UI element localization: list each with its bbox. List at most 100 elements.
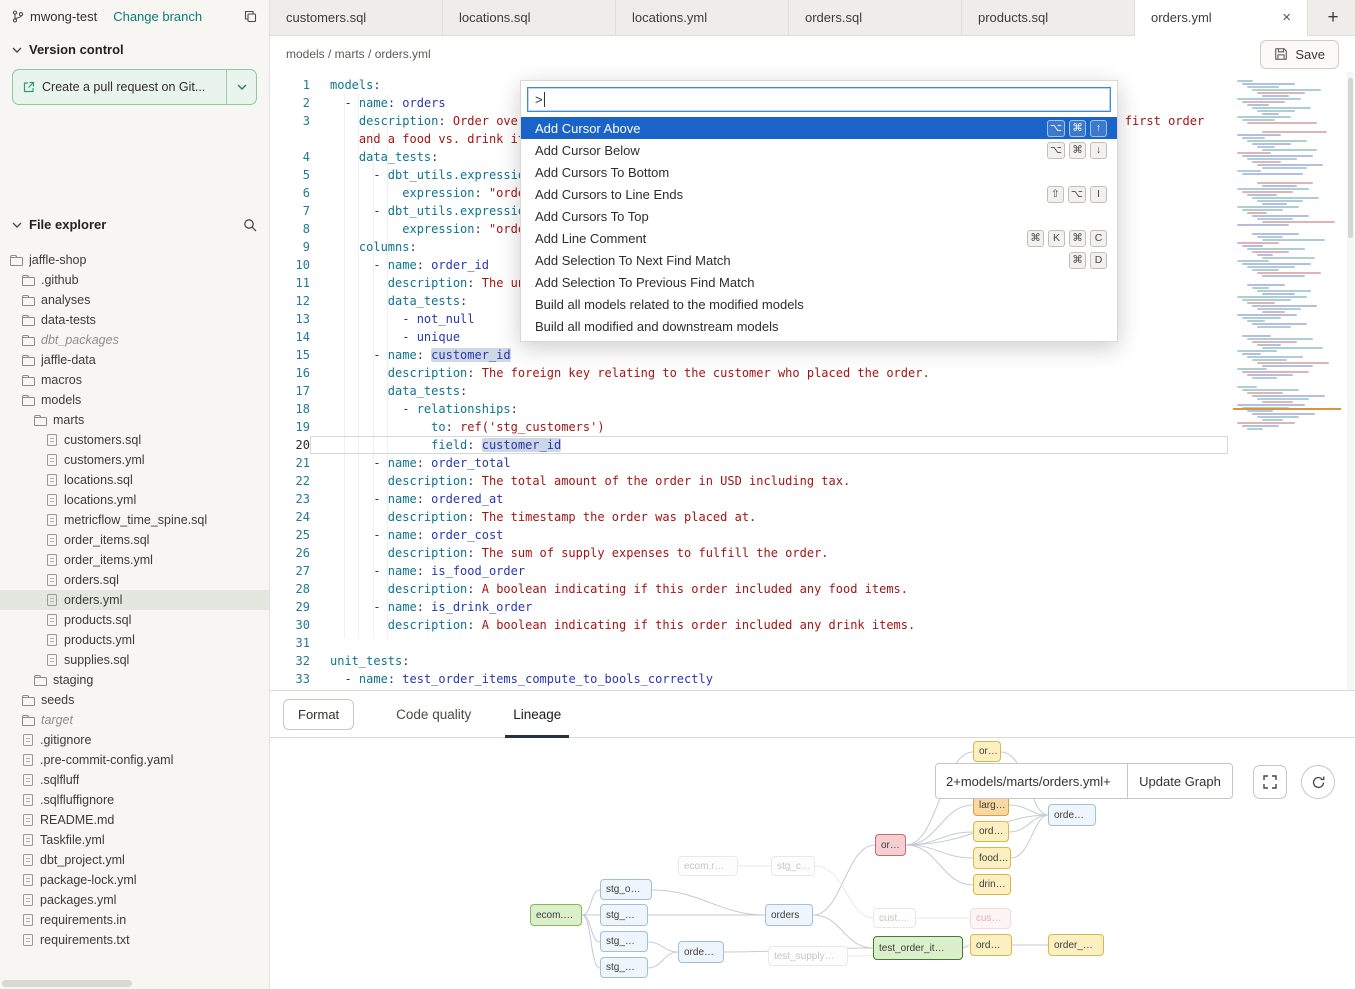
format-button[interactable]: Format <box>283 699 354 730</box>
lineage-node[interactable]: orde… <box>1048 804 1096 826</box>
fullscreen-button[interactable] <box>1253 765 1287 799</box>
editor-tab[interactable]: locations.sql <box>443 0 616 35</box>
editor-tab[interactable]: orders.sql <box>789 0 962 35</box>
file-tree-item[interactable]: dbt_packages <box>0 330 269 350</box>
lineage-node[interactable]: or… <box>875 834 906 856</box>
file-tree-item[interactable]: target <box>0 710 269 730</box>
file-tree-item[interactable]: orders.yml <box>0 590 269 610</box>
editor-tab[interactable]: orders.yml× <box>1135 0 1308 36</box>
command-item[interactable]: Add Cursor Below⌥⌘↓ <box>521 139 1117 161</box>
file-tree-item[interactable]: .github <box>0 270 269 290</box>
lineage-node[interactable]: ecom.… <box>530 904 582 926</box>
code-line[interactable]: 24 description: The timestamp the order … <box>270 508 1228 526</box>
lineage-node[interactable]: orders <box>765 904 813 926</box>
file-tree-item[interactable]: jaffle-shop <box>0 250 269 270</box>
command-item[interactable]: Add Cursors To Bottom <box>521 161 1117 183</box>
command-item[interactable]: Add Cursors To Top <box>521 205 1117 227</box>
code-line[interactable]: 15 - name: customer_id <box>270 346 1228 364</box>
sidebar-hscrollbar[interactable] <box>2 980 132 987</box>
command-item[interactable]: Add Cursors to Line Ends⇧⌥I <box>521 183 1117 205</box>
tab-code-quality[interactable]: Code quality <box>396 691 471 738</box>
editor-tab[interactable]: products.sql <box>962 0 1135 35</box>
section-header-file-explorer[interactable]: File explorer <box>0 205 269 238</box>
command-item[interactable]: Add Line Comment⌘K⌘C <box>521 227 1117 249</box>
file-tree-item[interactable]: data-tests <box>0 310 269 330</box>
file-tree-item[interactable]: README.md <box>0 810 269 830</box>
new-tab-button[interactable]: + <box>1311 0 1355 35</box>
file-tree-item[interactable]: metricflow_time_spine.sql <box>0 510 269 530</box>
lineage-canvas[interactable]: or…orde…larg…ord…food…drin…or…ecom.r…stg… <box>270 738 1355 989</box>
lineage-node[interactable]: cust… <box>873 908 916 928</box>
code-line[interactable]: 28 description: A boolean indicating if … <box>270 580 1228 598</box>
command-item[interactable]: Add Cursor Above⌥⌘↑ <box>521 117 1117 139</box>
pr-dropdown-toggle[interactable] <box>226 70 256 104</box>
code-line[interactable]: 26 description: The sum of supply expens… <box>270 544 1228 562</box>
file-tree-item[interactable]: products.sql <box>0 610 269 630</box>
file-tree-item[interactable]: macros <box>0 370 269 390</box>
lineage-node[interactable]: or… <box>973 741 1001 762</box>
code-line[interactable]: 22 description: The total amount of the … <box>270 472 1228 490</box>
lineage-node[interactable]: drin… <box>973 874 1011 895</box>
lineage-node[interactable]: test_supply… <box>768 946 848 966</box>
lineage-node[interactable]: order_… <box>1048 934 1104 956</box>
lineage-node[interactable]: stg_… <box>600 957 648 978</box>
section-header-version-control[interactable]: Version control <box>0 30 269 63</box>
code-line[interactable]: 30 description: A boolean indicating if … <box>270 616 1228 634</box>
file-tree-item[interactable]: order_items.sql <box>0 530 269 550</box>
create-pr-button[interactable]: Create a pull request on Git... <box>13 70 226 104</box>
file-tree-item[interactable]: .gitignore <box>0 730 269 750</box>
lineage-node[interactable]: orde… <box>678 941 724 963</box>
refresh-button[interactable] <box>1301 765 1335 799</box>
file-tree-item[interactable]: jaffle-data <box>0 350 269 370</box>
code-line[interactable]: 17 data_tests: <box>270 382 1228 400</box>
editor-tab[interactable]: locations.yml <box>616 0 789 35</box>
lineage-node[interactable]: stg_… <box>600 904 648 926</box>
graph-selector-input[interactable]: 2+models/marts/orders.yml+ <box>935 763 1128 799</box>
lineage-node[interactable]: ord… <box>970 934 1012 956</box>
file-tree-item[interactable]: locations.yml <box>0 490 269 510</box>
file-tree-item[interactable]: customers.sql <box>0 430 269 450</box>
lineage-node[interactable]: stg_c… <box>771 856 815 876</box>
minimap[interactable] <box>1233 80 1341 640</box>
editor-vscrollbar[interactable] <box>1347 72 1354 690</box>
lineage-node[interactable]: stg_… <box>600 931 648 952</box>
lineage-node[interactable]: ord… <box>973 821 1009 842</box>
file-tree-item[interactable]: staging <box>0 670 269 690</box>
file-tree-item[interactable]: .sqlfluffignore <box>0 790 269 810</box>
file-tree-item[interactable]: Taskfile.yml <box>0 830 269 850</box>
lineage-node[interactable]: cus… <box>970 908 1011 929</box>
file-tree-item[interactable]: dbt_project.yml <box>0 850 269 870</box>
code-line[interactable]: 32unit_tests: <box>270 652 1228 670</box>
file-tree-item[interactable]: locations.sql <box>0 470 269 490</box>
tab-lineage[interactable]: Lineage <box>513 691 561 738</box>
copy-icon[interactable] <box>244 10 257 23</box>
code-line[interactable]: 19 to: ref('stg_customers') <box>270 418 1228 436</box>
lineage-node[interactable]: ecom.r… <box>678 856 738 876</box>
file-tree-item[interactable]: requirements.txt <box>0 930 269 950</box>
file-tree-item[interactable]: supplies.sql <box>0 650 269 670</box>
file-tree-item[interactable]: packages.yml <box>0 890 269 910</box>
command-item[interactable]: Add Selection To Previous Find Match <box>521 271 1117 293</box>
close-icon[interactable]: × <box>1282 9 1291 26</box>
file-tree-item[interactable]: models <box>0 390 269 410</box>
command-input[interactable]: > <box>527 87 1111 112</box>
code-line[interactable]: 33 - name: test_order_items_compute_to_b… <box>270 670 1228 688</box>
code-line[interactable]: 31 <box>270 634 1228 652</box>
code-line[interactable]: 20 field: customer_id <box>270 436 1228 454</box>
file-tree-item[interactable]: marts <box>0 410 269 430</box>
search-icon[interactable] <box>243 218 257 232</box>
code-line[interactable]: 27 - name: is_food_order <box>270 562 1228 580</box>
file-tree-item[interactable]: customers.yml <box>0 450 269 470</box>
file-tree-item[interactable]: analyses <box>0 290 269 310</box>
command-item[interactable]: Build all models related to the modified… <box>521 293 1117 315</box>
code-line[interactable]: 18 - relationships: <box>270 400 1228 418</box>
file-tree-item[interactable]: products.yml <box>0 630 269 650</box>
file-tree-item[interactable]: order_items.yml <box>0 550 269 570</box>
save-button[interactable]: Save <box>1260 40 1339 69</box>
code-line[interactable]: 23 - name: ordered_at <box>270 490 1228 508</box>
update-graph-button[interactable]: Update Graph <box>1128 763 1233 799</box>
code-line[interactable]: 21 - name: order_total <box>270 454 1228 472</box>
command-item[interactable]: Add Selection To Next Find Match⌘D <box>521 249 1117 271</box>
file-tree-item[interactable]: .pre-commit-config.yaml <box>0 750 269 770</box>
code-line[interactable]: 16 description: The foreign key relating… <box>270 364 1228 382</box>
